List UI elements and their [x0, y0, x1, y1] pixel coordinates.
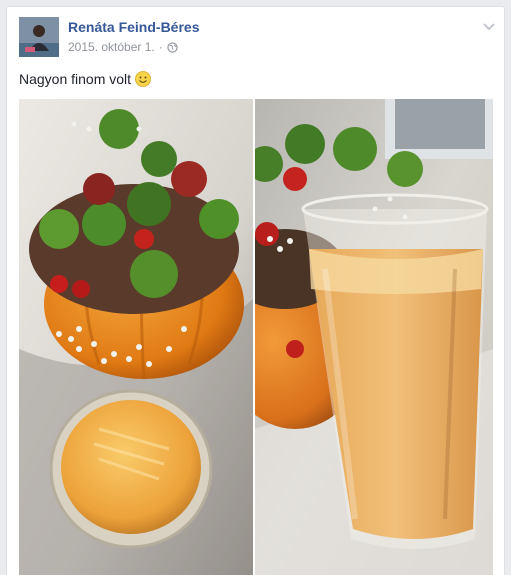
post-message: Nagyon finom volt [19, 71, 132, 87]
post-photo-bowl[interactable] [19, 99, 253, 575]
post-text: Nagyon finom volt [19, 71, 151, 87]
post-card: Renáta Feind-Béres 2015. október 1. · Na… [6, 6, 505, 575]
meta-separator: · [158, 40, 163, 54]
chevron-down-icon[interactable] [482, 19, 496, 31]
post-meta: 2015. október 1. · [68, 40, 178, 54]
author-name-link[interactable]: Renáta Feind-Béres [68, 19, 199, 35]
post-date-link[interactable]: 2015. október 1. [68, 40, 155, 54]
avatar[interactable] [19, 17, 59, 57]
globe-icon[interactable] [167, 41, 178, 53]
post-photo-glass[interactable] [255, 99, 493, 575]
smiley-emoji-icon [135, 71, 151, 87]
